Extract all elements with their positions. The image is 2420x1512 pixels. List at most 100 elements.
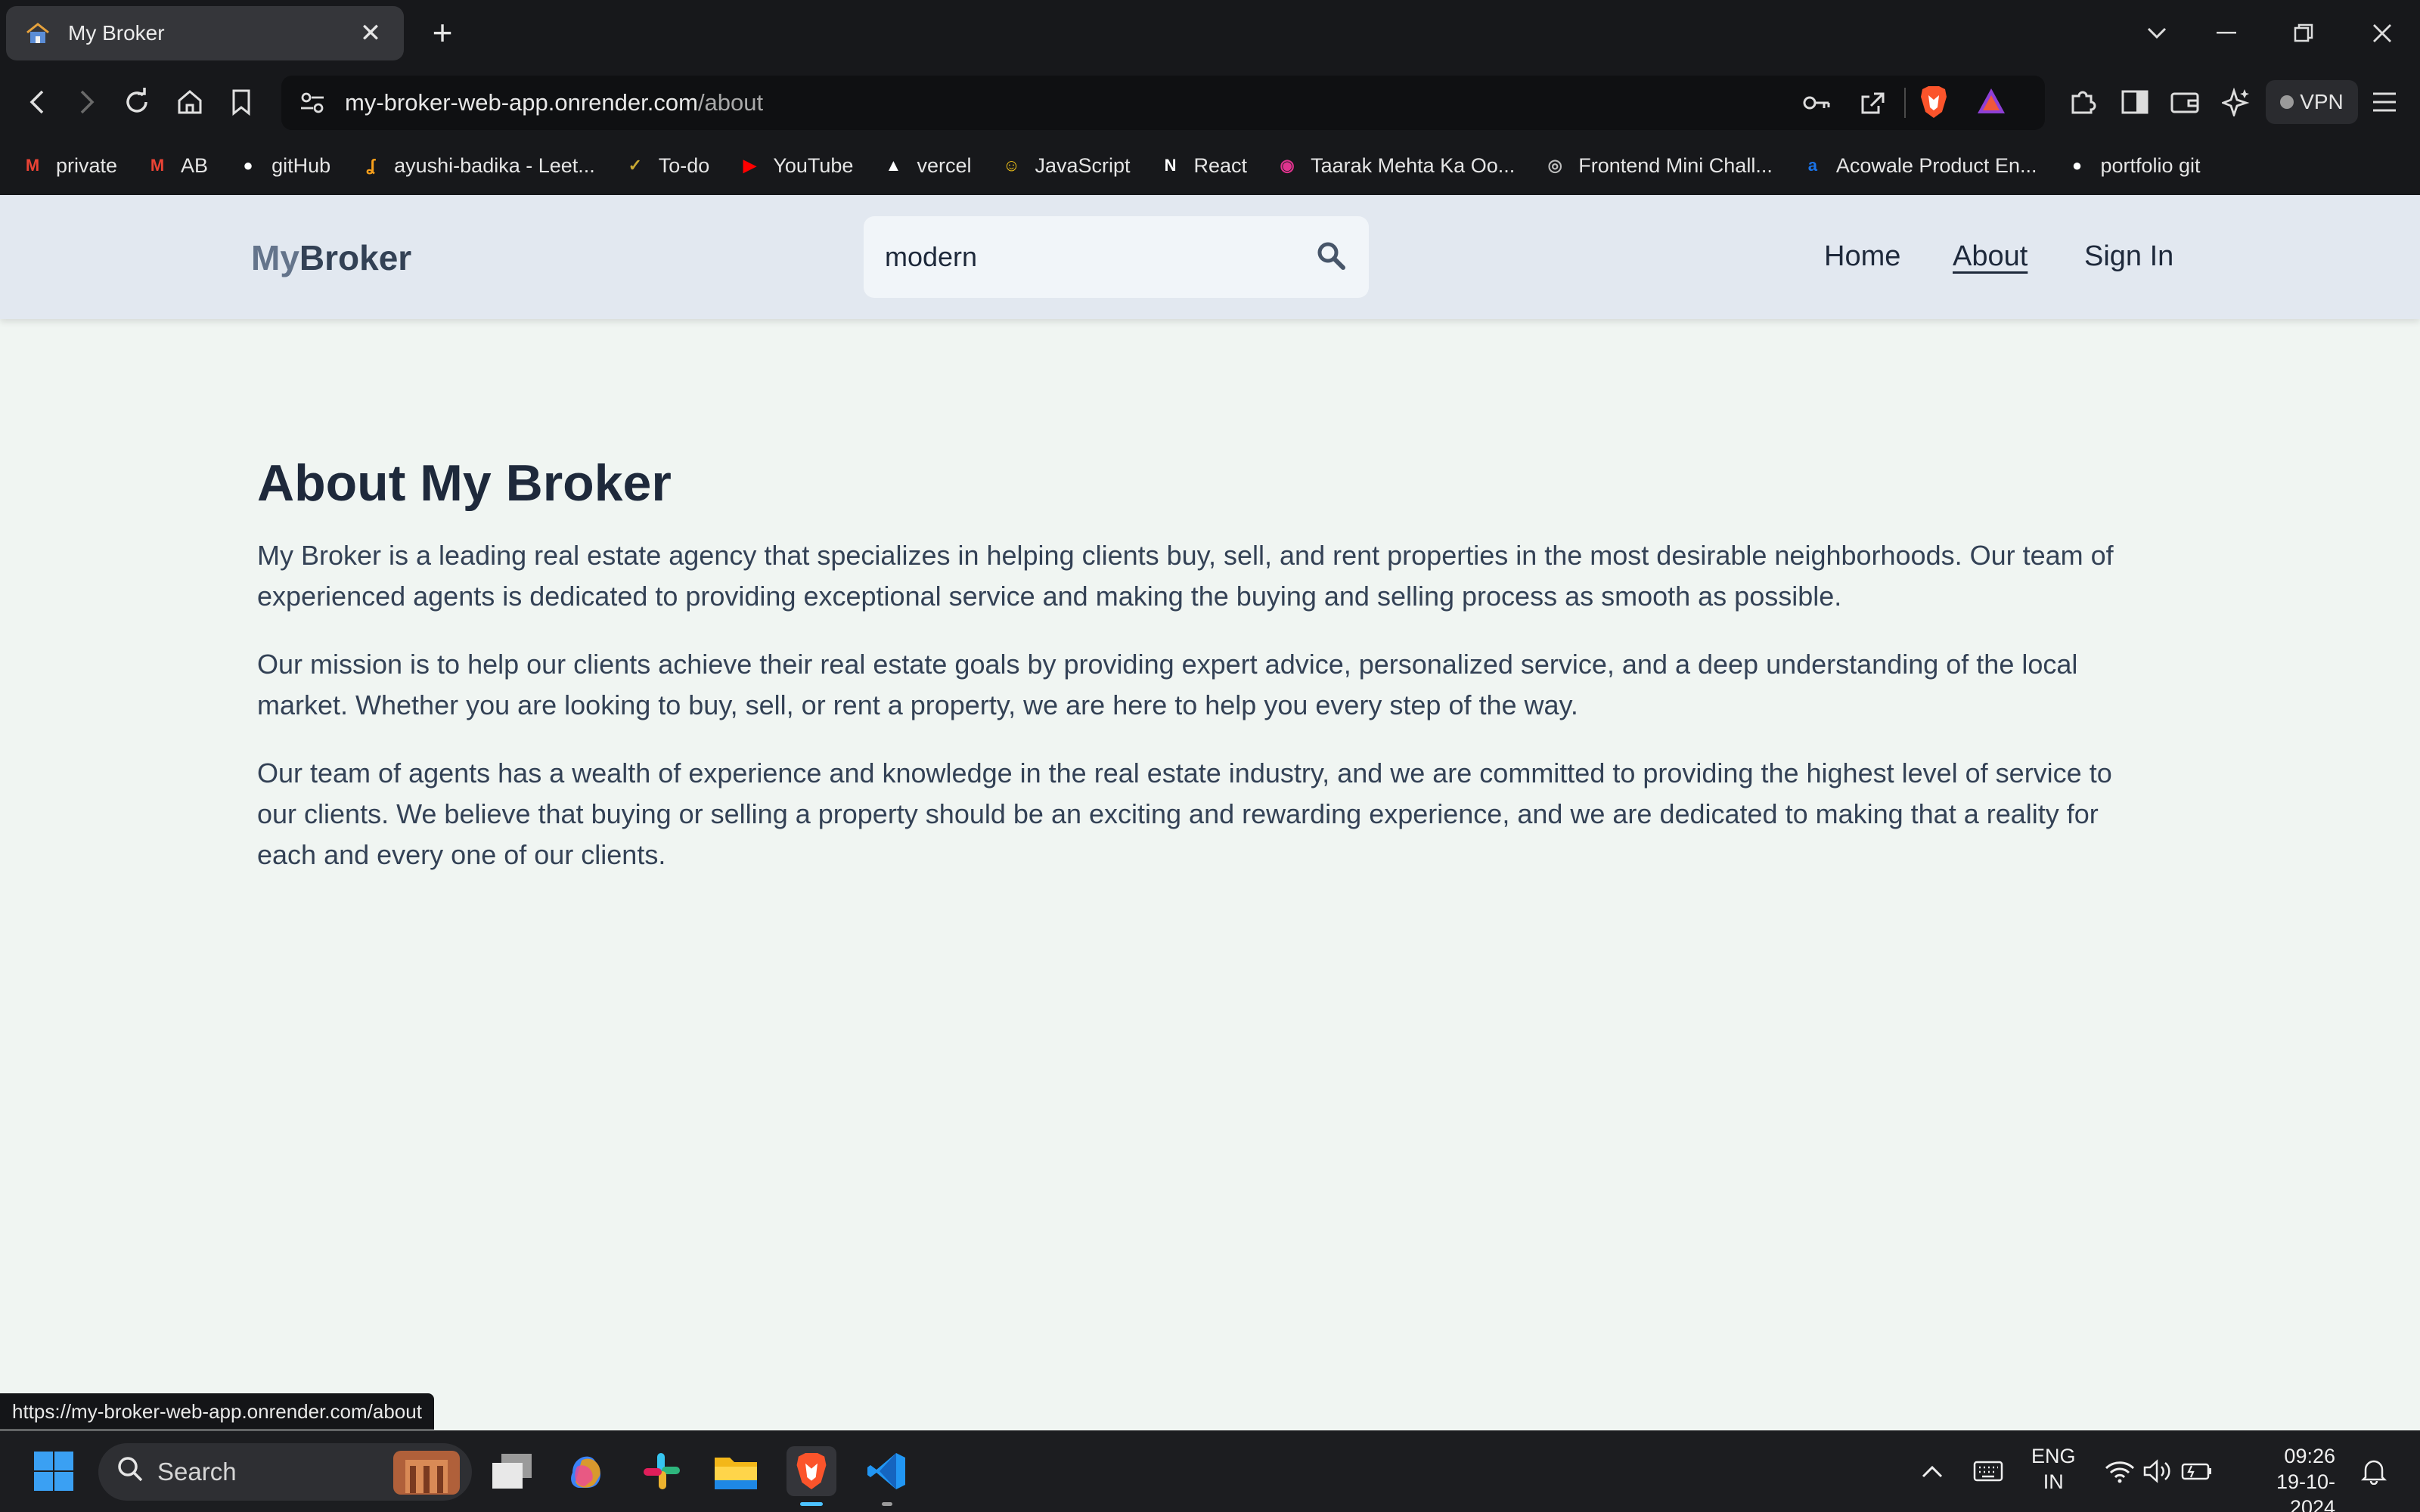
sonyliv-icon: ◉ — [1280, 156, 1295, 175]
bookmark-label: vercel — [917, 153, 972, 177]
close-window-icon[interactable] — [2360, 12, 2405, 54]
forward-icon[interactable] — [68, 83, 106, 121]
brave-rewards-icon[interactable] — [1975, 86, 2007, 120]
bookmark-label: private — [56, 153, 118, 177]
bookmark-item[interactable]: ● portfolio git — [2064, 153, 2201, 178]
bookmark-item[interactable]: ▶ YouTube — [737, 153, 854, 178]
sidebar-icon[interactable] — [2116, 83, 2154, 121]
bookmark-item[interactable]: Mprivate — [20, 153, 117, 178]
bookmark-item[interactable]: ʆ ayushi-badika - Leet... — [358, 153, 595, 178]
menu-icon[interactable] — [2366, 83, 2403, 121]
language-indicator[interactable]: ENG IN — [2031, 1443, 2076, 1495]
gmail-icon: M — [150, 156, 165, 175]
bookmark-item[interactable]: ▲ vercel — [880, 153, 972, 178]
brave-shields-icon[interactable] — [1918, 85, 1950, 123]
github-icon: ● — [2071, 156, 2083, 175]
bookmark-item[interactable]: a Acowale Product En... — [1800, 153, 2037, 178]
clock[interactable]: 09:26 19-10-2024 — [2232, 1443, 2335, 1512]
bookmarks-bar: Mprivate M AB ● gitHub ʆ ayushi-badika - Leet.… — [0, 136, 2420, 195]
tab-list-chevron-icon[interactable] — [2134, 12, 2180, 54]
slack-icon[interactable] — [637, 1446, 687, 1496]
key-icon[interactable] — [1801, 89, 1832, 120]
page-title: About My Broker — [257, 454, 672, 512]
tab-title: My Broker — [68, 21, 165, 45]
divider — [1904, 88, 1906, 118]
bookmark-item[interactable]: N React — [1158, 153, 1248, 178]
vscode-icon[interactable] — [862, 1446, 912, 1506]
url-domain: my-broker-web-app.onrender.com — [345, 89, 698, 116]
language-region: IN — [2043, 1470, 2064, 1493]
taskbar: Search ENG IN 09:26 19-10-2024 — [0, 1430, 2420, 1512]
notion-icon: N — [1164, 156, 1177, 175]
site-header: MyBroker Home About Sign In — [0, 195, 2420, 319]
nav-home[interactable]: Home — [1824, 240, 1900, 273]
vpn-label: VPN — [2300, 90, 2344, 113]
reload-icon[interactable] — [118, 83, 156, 121]
address-bar[interactable]: my-broker-web-app.onrender.com/about — [281, 76, 2045, 130]
new-tab-icon[interactable]: + — [424, 14, 461, 51]
about-paragraph: My Broker is a leading real estate agenc… — [257, 540, 2114, 612]
share-icon[interactable] — [1859, 88, 1888, 120]
site-logo[interactable]: MyBroker — [251, 237, 411, 278]
active-indicator — [800, 1502, 823, 1506]
frontend-icon: ◎ — [1547, 156, 1562, 175]
taskbar-search[interactable]: Search — [98, 1443, 472, 1501]
tray-chevron-up-icon[interactable] — [1907, 1446, 1957, 1496]
status-bar-link: https://my-broker-web-app.onrender.com/a… — [0, 1393, 434, 1430]
copilot-icon[interactable] — [561, 1446, 611, 1496]
bookmark-label: React — [1193, 153, 1248, 177]
nav-about[interactable]: About — [1953, 240, 2028, 273]
vpn-status-icon — [2280, 95, 2294, 109]
search-icon[interactable] — [1316, 240, 1349, 274]
battery-icon[interactable] — [2172, 1446, 2222, 1496]
browser-tab-bar: My Broker ✕ + — [0, 0, 2420, 68]
todo-icon: ✓ — [628, 156, 642, 175]
logo-part-broker: Broker — [299, 238, 412, 277]
bookmark-item[interactable]: ● gitHub — [235, 153, 330, 178]
search-input[interactable] — [885, 239, 1293, 275]
home-icon[interactable] — [171, 83, 209, 121]
bookmark-label: YouTube — [773, 153, 854, 177]
github-icon: ● — [243, 156, 253, 175]
task-view-icon[interactable] — [487, 1446, 537, 1496]
bookmark-label: Acowale Product En... — [1835, 153, 2037, 177]
extensions-icon[interactable] — [2065, 83, 2102, 121]
petra-landmark-icon — [387, 1448, 466, 1502]
bookmark-item[interactable]: ◉ Taarak Mehta Ka Oo... — [1274, 153, 1515, 178]
running-indicator — [882, 1502, 892, 1506]
nav-sign-in[interactable]: Sign In — [2084, 240, 2173, 273]
url-path: /about — [697, 89, 764, 116]
site-settings-icon[interactable] — [299, 91, 325, 119]
about-paragraph: Our mission is to help our clients achie… — [257, 649, 2078, 720]
acowale-icon: a — [1807, 156, 1817, 175]
about-section: About My Broker My Broker is a leading r… — [257, 454, 2133, 903]
browser-tab[interactable]: My Broker ✕ — [6, 6, 404, 60]
bookmark-item[interactable]: ✓ To-do — [622, 153, 710, 178]
minimize-icon[interactable] — [2204, 12, 2249, 54]
bookmark-label: Taarak Mehta Ka Oo... — [1311, 153, 1516, 177]
keyboard-icon[interactable] — [1963, 1446, 2013, 1496]
logo-part-my: My — [251, 238, 299, 277]
bookmark-label: Frontend Mini Chall... — [1578, 153, 1773, 177]
emoji-icon: ☺ — [1003, 156, 1020, 175]
bookmark-label: AB — [181, 153, 209, 177]
notification-bell-icon[interactable] — [2349, 1446, 2399, 1496]
leo-ai-icon[interactable] — [2217, 83, 2255, 121]
restore-icon[interactable] — [2281, 12, 2326, 54]
taskbar-search-label: Search — [157, 1458, 237, 1486]
bookmark-label: ayushi-badika - Leet... — [394, 153, 595, 177]
file-explorer-icon[interactable] — [711, 1446, 761, 1496]
close-tab-icon[interactable]: ✕ — [355, 18, 386, 48]
search-form — [864, 216, 1369, 298]
vpn-button[interactable]: VPN — [2266, 80, 2358, 124]
bookmark-item[interactable]: M AB — [144, 153, 208, 178]
bookmark-item[interactable]: ☺ JavaScript — [998, 153, 1130, 178]
bookmark-icon[interactable] — [222, 83, 260, 121]
windows-start-icon[interactable] — [29, 1446, 79, 1496]
bookmark-item[interactable]: ◎ Frontend Mini Chall... — [1542, 153, 1773, 178]
back-icon[interactable] — [18, 83, 56, 121]
clock-date: 19-10-2024 — [2276, 1470, 2335, 1512]
wallet-icon[interactable] — [2166, 83, 2204, 121]
youtube-icon: ▶ — [743, 156, 756, 175]
brave-browser-icon[interactable] — [786, 1446, 836, 1506]
